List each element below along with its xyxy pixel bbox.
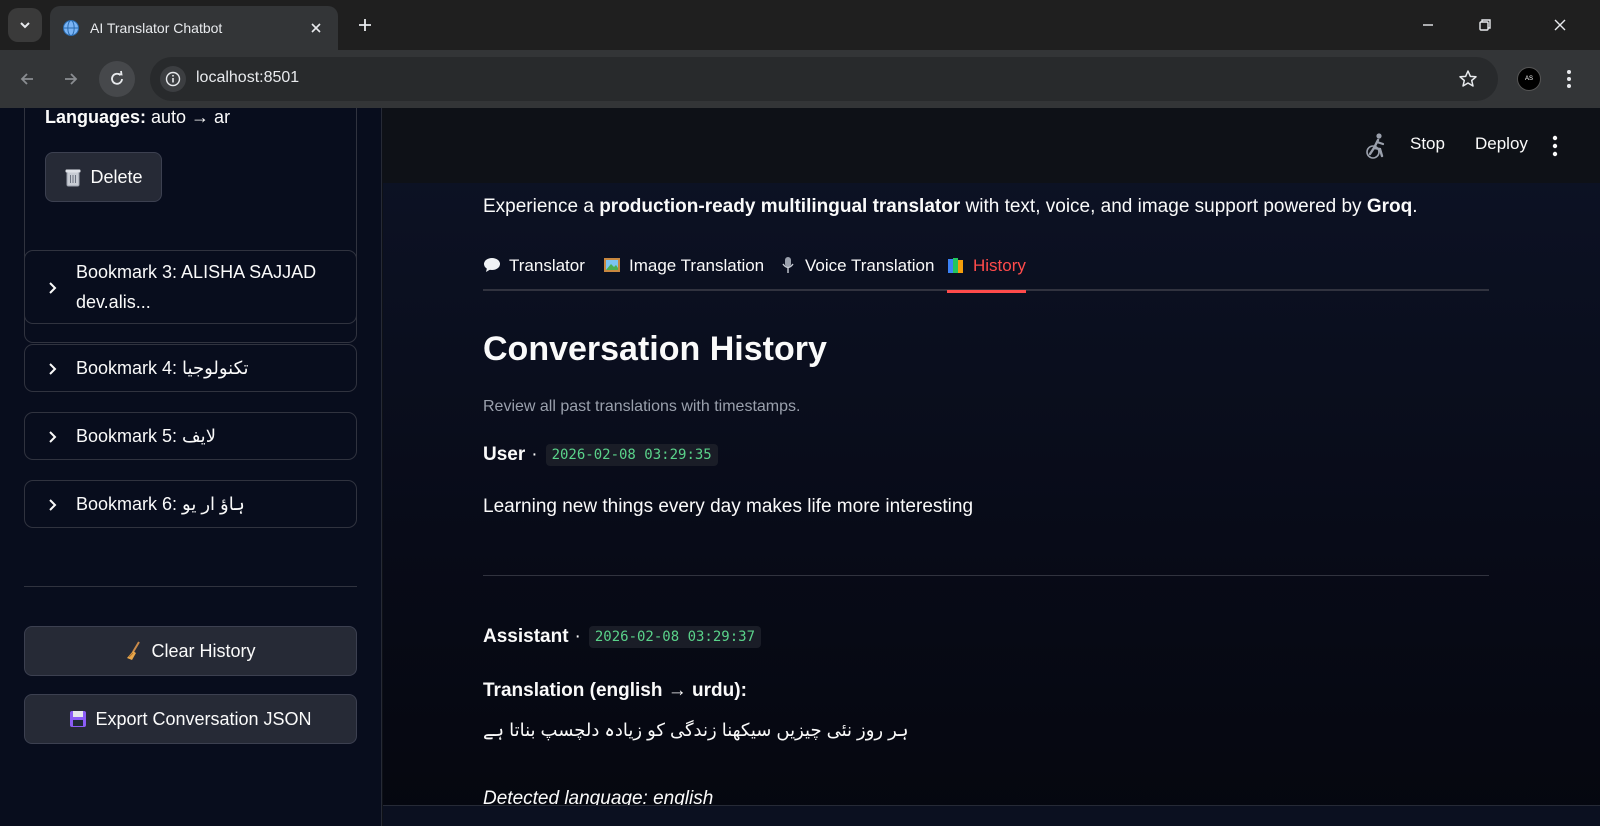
intro-suffix: . xyxy=(1412,196,1418,217)
tab-close-button[interactable] xyxy=(306,18,326,38)
floppy-disk-icon xyxy=(70,711,87,727)
new-tab-button[interactable] xyxy=(352,12,378,38)
plus-icon xyxy=(359,19,371,31)
clear-history-button[interactable]: Clear History xyxy=(24,626,357,676)
role-label: Assistant xyxy=(483,626,569,647)
deploy-button[interactable]: Deploy xyxy=(1475,134,1528,154)
bookmark-item-6[interactable]: Bookmark 6: ہاؤ ار یو xyxy=(24,480,357,528)
more-vertical-icon xyxy=(1567,70,1571,88)
arrow-right-icon xyxy=(65,73,78,85)
framed-picture-icon xyxy=(604,258,620,272)
bookmark-label: Bookmark 5: لایف xyxy=(76,426,216,446)
back-button[interactable] xyxy=(9,61,45,97)
timestamp: 2026-02-08 03:29:35 xyxy=(545,444,718,466)
languages-label: Languages: xyxy=(45,108,147,127)
translation-text: ہر روز نئی چیزیں سیکھنا زندگی کو زیادہ د… xyxy=(483,720,909,740)
tab-image-translation[interactable]: Image Translation xyxy=(603,251,764,291)
intro-middle: with text, voice, and image support powe… xyxy=(960,196,1367,217)
bookmark-label: Bookmark 4: تکنولوجیا xyxy=(76,358,249,378)
close-icon xyxy=(1554,19,1566,31)
delete-button[interactable]: Delete xyxy=(45,152,162,202)
clear-history-label: Clear History xyxy=(151,640,256,661)
role-separator: · xyxy=(574,626,581,647)
tab-history[interactable]: History xyxy=(947,251,1026,293)
globe-icon xyxy=(63,20,79,36)
profile-initials: AS xyxy=(1524,76,1533,82)
bookmark-label: Bookmark 3: ALISHA SAJJAD dev.alis... xyxy=(76,262,317,312)
tab-title: AI Translator Chatbot xyxy=(90,20,223,36)
intro-brand: Groq xyxy=(1366,196,1413,217)
main-content: Stop Deploy Experience a production-read… xyxy=(383,108,1600,826)
restore-button[interactable] xyxy=(1470,10,1500,40)
tab-label: Image Translation xyxy=(629,256,765,275)
close-icon xyxy=(311,23,321,33)
intro-bold: production-ready multilingual translator xyxy=(599,196,961,217)
tab-list: Translator Image Translation Voice Trans… xyxy=(483,251,1489,293)
user-message-text: Learning new things every day makes life… xyxy=(483,496,974,517)
bookmark-item-3[interactable]: Bookmark 3: ALISHA SAJJAD dev.alis... xyxy=(24,250,357,324)
tab-translator[interactable]: Translator xyxy=(483,251,585,291)
minimize-button[interactable] xyxy=(1413,10,1443,40)
arrow-left-icon xyxy=(20,73,33,85)
bookmark-star-button[interactable] xyxy=(1456,67,1480,91)
tab-label: Translator xyxy=(509,256,585,275)
address-bar[interactable]: localhost:8501 xyxy=(150,57,1498,101)
running-man-icon xyxy=(1366,133,1385,159)
microphone-icon xyxy=(782,257,794,273)
browser-menu-button[interactable] xyxy=(1556,65,1582,93)
reload-icon xyxy=(111,70,123,85)
site-info-button[interactable] xyxy=(160,66,186,92)
browser-tab-bar: AI Translator Chatbot xyxy=(0,0,1600,50)
profile-avatar[interactable]: AS xyxy=(1517,67,1541,91)
browser-toolbar: localhost:8501 AS xyxy=(0,50,1600,108)
chevron-right-icon xyxy=(49,282,57,294)
bookmark-item-5[interactable]: Bookmark 5: لایف xyxy=(24,412,357,460)
sidebar-divider xyxy=(24,586,357,587)
translation-title: Translation (english → urdu): xyxy=(483,680,747,701)
chevron-down-icon xyxy=(20,22,30,29)
intro-text: Experience a production-ready multilingu… xyxy=(483,196,1418,218)
wastebasket-icon xyxy=(65,169,81,187)
tab-search-button[interactable] xyxy=(8,8,42,42)
more-vertical-icon[interactable] xyxy=(1550,135,1560,157)
bookmark-item-4[interactable]: Bookmark 4: تکنولوجیا xyxy=(24,344,357,392)
tab-label: Voice Translation xyxy=(805,256,935,275)
star-icon xyxy=(1459,70,1477,87)
export-json-button[interactable]: Export Conversation JSON xyxy=(24,694,357,744)
bottom-bar xyxy=(383,805,1600,826)
user-message-header: User · 2026-02-08 03:29:35 xyxy=(483,444,718,466)
role-separator: · xyxy=(531,444,538,465)
chevron-right-icon xyxy=(49,499,57,511)
message-divider xyxy=(483,575,1489,576)
languages-value: auto → ar xyxy=(146,108,231,127)
speech-balloon-icon xyxy=(484,258,500,272)
close-window-button[interactable] xyxy=(1545,10,1575,40)
assistant-message-header: Assistant · 2026-02-08 03:29:37 xyxy=(483,626,762,648)
bookmark-label: Bookmark 6: ہاؤ ار یو xyxy=(76,494,245,514)
restore-icon xyxy=(1479,19,1491,31)
tab-voice-translation[interactable]: Voice Translation xyxy=(779,251,934,291)
forward-button[interactable] xyxy=(53,61,89,97)
chevron-right-icon xyxy=(49,363,57,375)
role-label: User xyxy=(483,444,526,465)
reload-button[interactable] xyxy=(99,61,135,97)
export-json-label: Export Conversation JSON xyxy=(95,708,312,729)
broom-icon xyxy=(127,641,141,660)
page-caption: Review all past translations with timest… xyxy=(483,398,801,415)
url-text: localhost:8501 xyxy=(196,69,300,86)
browser-tab-active[interactable]: AI Translator Chatbot xyxy=(50,6,338,50)
sidebar: Languages: auto → ar Delete Bookmark 3: … xyxy=(0,108,382,826)
books-icon xyxy=(948,258,963,273)
info-icon xyxy=(165,71,181,87)
app-header: Stop Deploy xyxy=(383,108,1600,183)
delete-label: Delete xyxy=(90,166,143,187)
intro-prefix: Experience a xyxy=(483,196,600,217)
page-title: Conversation History xyxy=(483,330,827,368)
minimize-icon xyxy=(1423,24,1433,26)
languages-line: Languages: auto → ar xyxy=(45,108,230,128)
chevron-right-icon xyxy=(49,431,57,443)
tab-label: History xyxy=(973,256,1026,275)
timestamp: 2026-02-08 03:29:37 xyxy=(588,626,762,648)
stop-button[interactable]: Stop xyxy=(1410,134,1445,154)
